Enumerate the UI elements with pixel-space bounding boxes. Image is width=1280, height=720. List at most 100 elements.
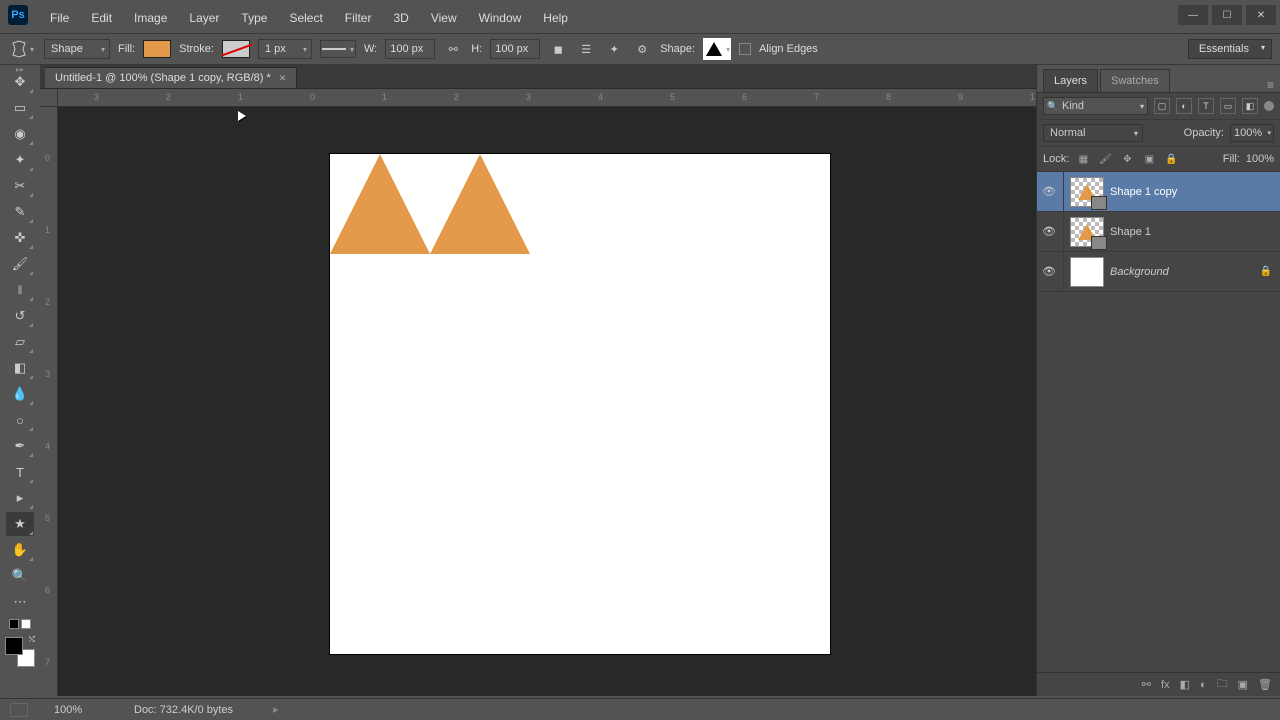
navigator-preview-icon[interactable] xyxy=(10,703,28,717)
menu-layer[interactable]: Layer xyxy=(179,7,229,15)
filter-smart-icon[interactable]: ◧ xyxy=(1242,98,1258,114)
document-info-menu-icon[interactable]: ▸ xyxy=(273,703,279,716)
document-info[interactable]: Doc: 732.4K/0 bytes xyxy=(134,704,233,716)
marquee-tool[interactable]: ▭ xyxy=(6,96,34,120)
menu-type[interactable]: Type xyxy=(231,7,277,15)
layer-visibility-icon[interactable]: 👁 xyxy=(1041,265,1057,278)
new-group-icon[interactable]: 🗀 xyxy=(1217,675,1228,694)
menu-view[interactable]: View xyxy=(421,7,467,15)
filter-adjustment-icon[interactable]: ◐ xyxy=(1176,98,1192,114)
minimize-button[interactable]: — xyxy=(1178,5,1208,25)
lock-transparency-icon[interactable]: ▦ xyxy=(1075,151,1091,167)
layer-style-icon[interactable]: fx xyxy=(1161,679,1170,691)
shape-triangle-2[interactable] xyxy=(430,154,530,254)
layer-name[interactable]: Shape 1 xyxy=(1110,226,1151,238)
zoom-tool[interactable]: 🔍 xyxy=(6,564,34,588)
layer-name[interactable]: Background xyxy=(1110,266,1169,278)
fill-swatch[interactable] xyxy=(143,40,171,58)
swap-colors-icon[interactable]: ⤭ xyxy=(29,635,35,645)
crop-tool[interactable]: ✂ xyxy=(6,174,34,198)
menu-filter[interactable]: Filter xyxy=(335,7,382,15)
more-tools-icon[interactable]: ⋯ xyxy=(6,590,34,614)
shape-width-input[interactable]: 100 px xyxy=(385,39,435,59)
layers-tab[interactable]: Layers xyxy=(1043,69,1098,92)
tool-mode-select[interactable]: Shape xyxy=(44,39,110,59)
filter-type-icon[interactable]: T xyxy=(1198,98,1214,114)
lock-all-icon[interactable]: 🔒 xyxy=(1163,151,1179,167)
maximize-button[interactable]: ☐ xyxy=(1212,5,1242,25)
settings-gear-icon[interactable]: ⚙ xyxy=(632,39,652,59)
layer-thumbnail[interactable] xyxy=(1070,217,1104,247)
close-tab-icon[interactable]: ✕ xyxy=(279,73,287,84)
layer-visibility-icon[interactable]: 👁 xyxy=(1041,225,1057,238)
lock-pixels-icon[interactable]: 🖌 xyxy=(1097,151,1113,167)
stroke-swatch[interactable] xyxy=(222,40,250,58)
layer-thumbnail[interactable] xyxy=(1070,177,1104,207)
canvas-area[interactable]: 3 2 1 0 1 2 3 4 5 6 7 8 9 1 0 1 2 3 4 5 … xyxy=(40,89,1036,696)
panel-menu-icon[interactable]: ≡ xyxy=(1267,78,1274,92)
horizontal-ruler[interactable]: 3 2 1 0 1 2 3 4 5 6 7 8 9 1 xyxy=(58,89,1036,107)
pen-tool[interactable]: ✒ xyxy=(6,434,34,458)
layer-mask-icon[interactable]: ◧ xyxy=(1180,678,1190,691)
layer-row[interactable]: 👁 Shape 1 xyxy=(1037,212,1280,252)
menu-window[interactable]: Window xyxy=(469,7,532,15)
blend-mode-select[interactable]: Normal xyxy=(1043,124,1143,142)
path-operations-icon[interactable]: ◼ xyxy=(548,39,568,59)
align-edges-checkbox[interactable] xyxy=(739,43,751,55)
filter-toggle-icon[interactable] xyxy=(1264,101,1274,111)
canvas-artboard[interactable] xyxy=(330,154,830,654)
gradient-tool[interactable]: ◧ xyxy=(6,356,34,380)
new-layer-icon[interactable]: ▣ xyxy=(1238,678,1248,691)
healing-brush-tool[interactable]: ✜ xyxy=(6,226,34,250)
custom-shape-tool[interactable]: ★ xyxy=(6,512,34,536)
stroke-width-input[interactable]: 1 px xyxy=(258,39,312,59)
stamp-tool[interactable]: ⧛ xyxy=(6,278,34,302)
link-layers-icon[interactable]: ⚯ xyxy=(1142,678,1151,691)
layer-row[interactable]: 👁 Background 🔒 xyxy=(1037,252,1280,292)
magic-wand-tool[interactable]: ✦ xyxy=(6,148,34,172)
shape-triangle-1[interactable] xyxy=(330,154,430,254)
foreground-background-colors[interactable]: ⤭ xyxy=(5,637,35,667)
path-selection-tool[interactable]: ▸ xyxy=(6,486,34,510)
lasso-tool[interactable]: ◉ xyxy=(6,122,34,146)
swatches-tab[interactable]: Swatches xyxy=(1100,69,1170,92)
zoom-level[interactable]: 100% xyxy=(54,704,114,716)
menu-image[interactable]: Image xyxy=(124,7,177,15)
menu-edit[interactable]: Edit xyxy=(81,7,122,15)
delete-layer-icon[interactable]: 🗑 xyxy=(1258,678,1272,691)
filter-pixel-icon[interactable]: ▢ xyxy=(1154,98,1170,114)
workspace-switcher[interactable]: Essentials xyxy=(1188,39,1272,59)
move-tool[interactable]: ✥ xyxy=(6,70,34,94)
lock-artboard-icon[interactable]: ▣ xyxy=(1141,151,1157,167)
eyedropper-tool[interactable]: ✎ xyxy=(6,200,34,224)
path-alignment-icon[interactable]: ☰ xyxy=(576,39,596,59)
blur-tool[interactable]: 💧 xyxy=(6,382,34,406)
opacity-input[interactable]: 100% xyxy=(1230,124,1274,142)
menu-3d[interactable]: 3D xyxy=(383,7,418,15)
dodge-tool[interactable]: ○ xyxy=(6,408,34,432)
stroke-style-select[interactable]: ▾ xyxy=(320,40,356,58)
close-window-button[interactable]: ✕ xyxy=(1246,5,1276,25)
layer-name[interactable]: Shape 1 copy xyxy=(1110,186,1177,198)
shape-height-input[interactable]: 100 px xyxy=(490,39,540,59)
layer-row[interactable]: 👁 Shape 1 copy xyxy=(1037,172,1280,212)
layer-visibility-icon[interactable]: 👁 xyxy=(1041,185,1057,198)
default-colors-icon[interactable] xyxy=(6,619,34,631)
custom-shape-picker[interactable]: ▾ xyxy=(703,38,731,60)
current-tool-icon[interactable]: ▾ xyxy=(8,38,36,60)
vertical-ruler[interactable]: 0 1 2 3 4 5 6 7 xyxy=(40,107,58,696)
new-fill-layer-icon[interactable]: ◐ xyxy=(1200,679,1207,691)
type-tool[interactable]: T xyxy=(6,460,34,484)
document-tab[interactable]: Untitled-1 @ 100% (Shape 1 copy, RGB/8) … xyxy=(45,67,297,88)
eraser-tool[interactable]: ▱ xyxy=(6,330,34,354)
filter-shape-icon[interactable]: ▭ xyxy=(1220,98,1236,114)
foreground-color[interactable] xyxy=(5,637,23,655)
lock-position-icon[interactable]: ✥ xyxy=(1119,151,1135,167)
history-brush-tool[interactable]: ↺ xyxy=(6,304,34,328)
layer-thumbnail[interactable] xyxy=(1070,257,1104,287)
link-wh-icon[interactable]: ⚯ xyxy=(443,39,463,59)
menu-file[interactable]: File xyxy=(40,7,79,15)
menu-select[interactable]: Select xyxy=(279,7,332,15)
path-arrangement-icon[interactable]: ✦ xyxy=(604,39,624,59)
layer-filter-kind[interactable]: Kind xyxy=(1043,97,1148,115)
